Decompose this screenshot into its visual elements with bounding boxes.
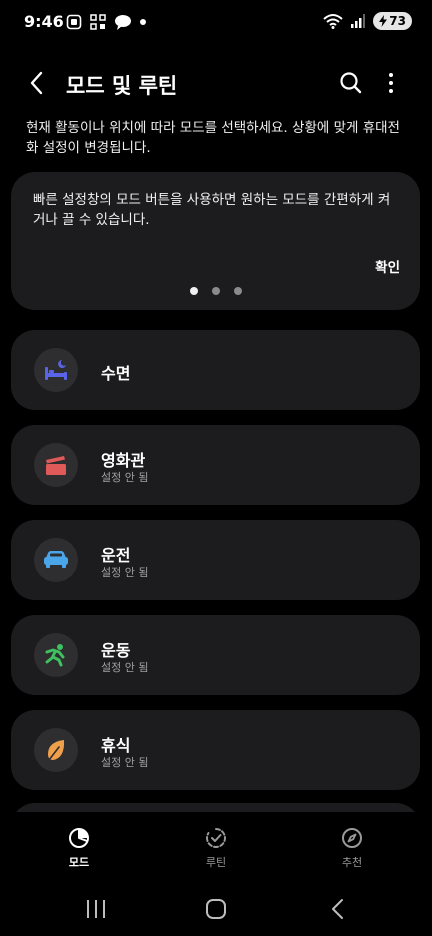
more-options-button[interactable] bbox=[376, 68, 406, 98]
driving-mode-icon-bg bbox=[34, 538, 78, 582]
app-bar: 모드 및 루틴 bbox=[0, 56, 432, 108]
tab-modes[interactable]: 모드 bbox=[39, 826, 119, 870]
gallery-notification-icon bbox=[66, 14, 82, 30]
modes-icon bbox=[69, 828, 89, 848]
signal-icon bbox=[351, 14, 366, 28]
exercise-mode-icon-bg bbox=[34, 633, 78, 677]
battery-level: 73 bbox=[389, 14, 406, 28]
back-button[interactable] bbox=[22, 68, 52, 98]
tab-recommendations-label: 추천 bbox=[341, 856, 363, 869]
page-indicator bbox=[11, 287, 420, 295]
tab-recommendations[interactable]: 추천 bbox=[312, 826, 392, 870]
mode-card-theater[interactable]: 영화관 설정 안 됨 bbox=[11, 425, 420, 505]
clapperboard-icon bbox=[46, 456, 66, 475]
mode-card-exercise[interactable]: 운동 설정 안 됨 bbox=[11, 615, 420, 695]
bottom-nav: 모드 루틴 추천 bbox=[0, 812, 432, 878]
leaf-icon bbox=[48, 740, 65, 761]
notification-icons bbox=[66, 14, 146, 30]
mode-status: 설정 안 됨 bbox=[101, 471, 149, 484]
search-icon bbox=[340, 72, 362, 94]
car-icon bbox=[44, 551, 68, 568]
mode-title: 수면 bbox=[101, 364, 131, 383]
system-nav-bar bbox=[0, 880, 432, 936]
chat-notification-icon bbox=[115, 15, 131, 30]
theater-mode-icon-bg bbox=[34, 443, 78, 487]
routine-icon bbox=[206, 828, 226, 848]
mode-title: 영화관 bbox=[101, 451, 146, 470]
page-title: 모드 및 루틴 bbox=[66, 74, 178, 98]
back-nav-button[interactable] bbox=[326, 898, 350, 920]
home-button[interactable] bbox=[204, 898, 228, 920]
relax-mode-icon-bg bbox=[34, 728, 78, 772]
wifi-icon bbox=[323, 14, 343, 29]
mode-title: 휴식 bbox=[101, 736, 131, 755]
mode-card-driving[interactable]: 운전 설정 안 됨 bbox=[11, 520, 420, 600]
status-time: 9:46 bbox=[24, 12, 64, 31]
more-vertical-icon bbox=[389, 73, 393, 93]
page-dot bbox=[211, 287, 220, 295]
tab-modes-label: 모드 bbox=[68, 856, 90, 869]
tab-routines-label: 루틴 bbox=[205, 856, 227, 869]
mode-card-relax[interactable]: 휴식 설정 안 됨 bbox=[11, 710, 420, 790]
battery-indicator: 73 bbox=[373, 12, 412, 30]
more-notifications-dot bbox=[140, 19, 146, 25]
back-arrow-icon bbox=[30, 71, 43, 95]
search-button[interactable] bbox=[336, 68, 366, 98]
status-bar: 9:46 73 bbox=[0, 0, 432, 44]
tip-confirm-button[interactable]: 확인 bbox=[375, 256, 400, 276]
qr-notification-icon bbox=[90, 14, 106, 30]
status-right: 73 bbox=[323, 12, 412, 30]
mode-title: 운전 bbox=[101, 546, 131, 565]
compass-icon bbox=[342, 828, 362, 848]
mode-status: 설정 안 됨 bbox=[101, 756, 149, 769]
mode-card-sleep[interactable]: 수면 bbox=[11, 330, 420, 410]
page-dot bbox=[233, 287, 242, 295]
mode-title: 운동 bbox=[101, 641, 131, 660]
sleep-mode-icon-bg bbox=[34, 348, 78, 392]
mode-status: 설정 안 됨 bbox=[101, 661, 149, 674]
tab-routines[interactable]: 루틴 bbox=[176, 826, 256, 870]
mode-status: 설정 안 됨 bbox=[101, 566, 149, 579]
tip-card: 빠른 설정창의 모드 버튼을 사용하면 원하는 모드를 간편하게 켜거나 끌 수… bbox=[11, 172, 420, 310]
tip-text: 빠른 설정창의 모드 버튼을 사용하면 원하는 모드를 간편하게 켜거나 끌 수… bbox=[33, 192, 391, 228]
intro-description: 현재 활동이나 위치에 따라 모드를 선택하세요. 상황에 맞게 휴대전화 설정… bbox=[26, 120, 400, 156]
running-icon bbox=[45, 644, 65, 667]
charging-icon bbox=[379, 15, 388, 27]
page-dot bbox=[189, 287, 198, 295]
bed-icon bbox=[45, 360, 67, 380]
recent-apps-button[interactable] bbox=[84, 898, 108, 920]
